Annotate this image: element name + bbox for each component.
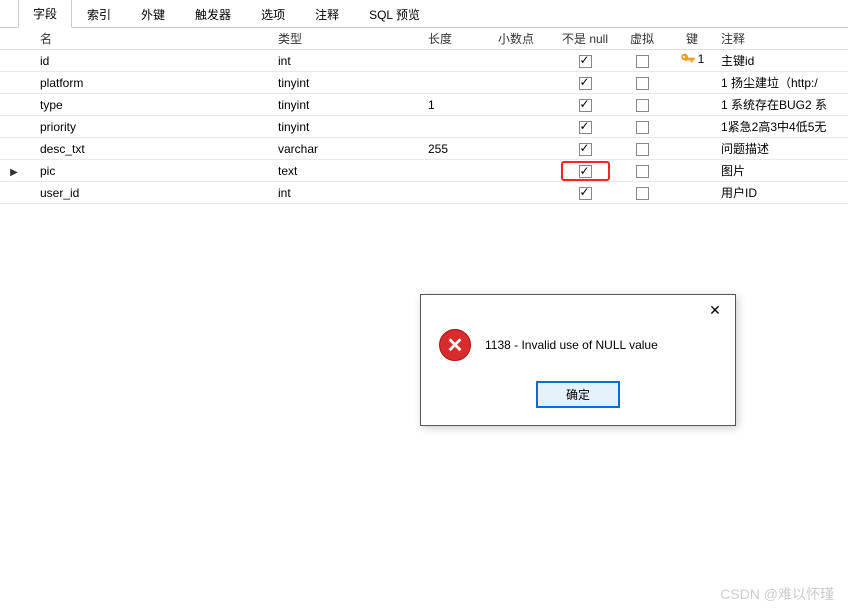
cell-name[interactable]: user_id bbox=[28, 186, 278, 200]
cell-type[interactable]: tinyint bbox=[278, 76, 428, 90]
checkbox-not-null[interactable] bbox=[579, 143, 592, 156]
header-key[interactable]: 键 bbox=[667, 30, 717, 47]
cell-name[interactable]: platform bbox=[28, 76, 278, 90]
grid-header-row: 名 类型 长度 小数点 不是 null 虚拟 键 注释 bbox=[0, 28, 848, 50]
cell-comment[interactable]: 图片 bbox=[717, 162, 848, 179]
cell-name[interactable]: id bbox=[28, 54, 278, 68]
tabs-bar: 字段 索引 外键 触发器 选项 注释 SQL 预览 bbox=[0, 0, 848, 28]
key-index: 1 bbox=[698, 52, 705, 66]
header-not-null[interactable]: 不是 null bbox=[553, 30, 617, 47]
cell-comment[interactable]: 问题描述 bbox=[717, 140, 848, 157]
row-selected-marker-icon: ▶ bbox=[10, 167, 18, 178]
checkbox-virtual[interactable] bbox=[636, 143, 649, 156]
error-icon: ✕ bbox=[439, 329, 471, 361]
cell-name[interactable]: priority bbox=[28, 120, 278, 134]
checkbox-not-null[interactable] bbox=[579, 187, 592, 200]
not-null-highlight bbox=[561, 161, 610, 181]
checkbox-virtual[interactable] bbox=[636, 55, 649, 68]
fields-grid: 名 类型 长度 小数点 不是 null 虚拟 键 注释 id int 1 主键i… bbox=[0, 28, 848, 204]
cell-type[interactable]: int bbox=[278, 54, 428, 68]
header-name[interactable]: 名 bbox=[28, 30, 278, 47]
header-virtual[interactable]: 虚拟 bbox=[617, 30, 667, 47]
tab-foreign-keys[interactable]: 外键 bbox=[126, 0, 180, 28]
cell-comment[interactable]: 1 系统存在BUG2 系 bbox=[717, 96, 848, 113]
tab-comments[interactable]: 注释 bbox=[300, 0, 354, 28]
primary-key-icon: 1 bbox=[680, 51, 705, 67]
table-row[interactable]: user_id int 用户ID bbox=[0, 182, 848, 204]
table-row[interactable]: desc_txt varchar 255 问题描述 bbox=[0, 138, 848, 160]
tab-sql-preview[interactable]: SQL 预览 bbox=[354, 0, 435, 28]
cell-type[interactable]: varchar bbox=[278, 142, 428, 156]
header-type[interactable]: 类型 bbox=[278, 30, 428, 47]
header-length[interactable]: 长度 bbox=[428, 30, 498, 47]
checkbox-not-null[interactable] bbox=[579, 121, 592, 134]
watermark: CSDN @难以怀瑾 bbox=[720, 584, 834, 604]
cell-comment[interactable]: 用户ID bbox=[717, 184, 848, 201]
table-row[interactable]: priority tinyint 1紧急2高3中4低5无 bbox=[0, 116, 848, 138]
cell-type[interactable]: int bbox=[278, 186, 428, 200]
close-button[interactable]: ✕ bbox=[695, 296, 735, 324]
checkbox-not-null[interactable] bbox=[579, 99, 592, 112]
cell-comment[interactable]: 1 扬尘建垃（http:/ bbox=[717, 74, 848, 91]
checkbox-virtual[interactable] bbox=[636, 165, 649, 178]
tab-indexes[interactable]: 索引 bbox=[72, 0, 126, 28]
cell-name[interactable]: desc_txt bbox=[28, 142, 278, 156]
error-dialog: ✕ ✕ 1138 - Invalid use of NULL value 确定 bbox=[420, 294, 736, 426]
cell-length[interactable]: 1 bbox=[428, 98, 498, 112]
table-row[interactable]: platform tinyint 1 扬尘建垃（http:/ bbox=[0, 72, 848, 94]
checkbox-virtual[interactable] bbox=[636, 77, 649, 90]
checkbox-virtual[interactable] bbox=[636, 187, 649, 200]
cell-type[interactable]: tinyint bbox=[278, 120, 428, 134]
cell-length[interactable]: 255 bbox=[428, 142, 498, 156]
checkbox-not-null[interactable] bbox=[579, 77, 592, 90]
dialog-message: 1138 - Invalid use of NULL value bbox=[485, 338, 658, 352]
cell-type[interactable]: tinyint bbox=[278, 98, 428, 112]
tab-options[interactable]: 选项 bbox=[246, 0, 300, 28]
cell-type[interactable]: text bbox=[278, 164, 428, 178]
checkbox-not-null[interactable] bbox=[579, 165, 592, 178]
checkbox-virtual[interactable] bbox=[636, 99, 649, 112]
header-decimal[interactable]: 小数点 bbox=[498, 30, 553, 47]
header-comment[interactable]: 注释 bbox=[717, 30, 848, 47]
cell-name[interactable]: pic bbox=[28, 164, 278, 178]
cell-comment[interactable]: 主键id bbox=[717, 52, 848, 69]
dialog-titlebar: ✕ bbox=[421, 295, 735, 325]
cell-comment[interactable]: 1紧急2高3中4低5无 bbox=[717, 118, 848, 135]
tab-triggers[interactable]: 触发器 bbox=[180, 0, 246, 28]
table-row[interactable]: ▶ pic text 图片 bbox=[0, 160, 848, 182]
cell-name[interactable]: type bbox=[28, 98, 278, 112]
checkbox-virtual[interactable] bbox=[636, 121, 649, 134]
checkbox-not-null[interactable] bbox=[579, 55, 592, 68]
table-row[interactable]: type tinyint 1 1 系统存在BUG2 系 bbox=[0, 94, 848, 116]
ok-button[interactable]: 确定 bbox=[536, 381, 620, 408]
tab-fields[interactable]: 字段 bbox=[18, 0, 72, 28]
table-row[interactable]: id int 1 主键id bbox=[0, 50, 848, 72]
